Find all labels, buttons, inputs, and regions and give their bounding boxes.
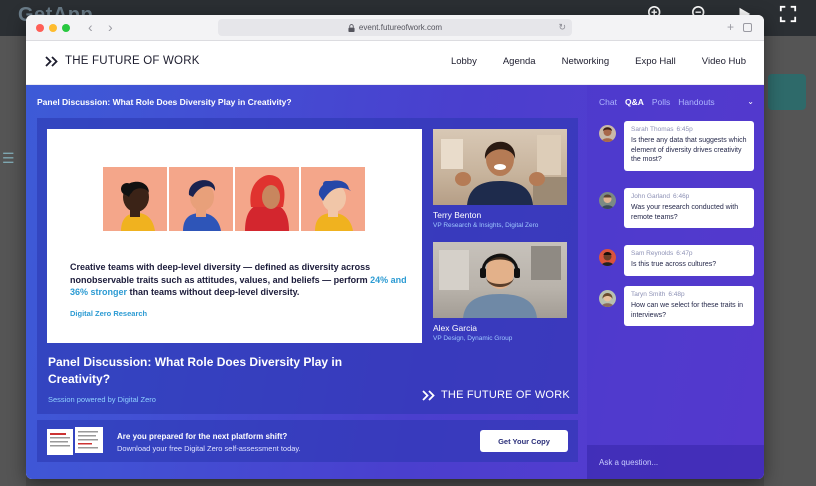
maximize-window-button[interactable] [62,24,70,32]
address-bar[interactable]: event.futureofwork.com ↻ [218,19,572,36]
slide-text-before: Creative teams with deep-level diversity… [70,262,371,285]
promo-subtext: Download your free Digital Zero self-ass… [117,444,301,453]
forward-arrow-icon[interactable]: › [108,19,113,35]
message-text: Was your research conducted with remote … [631,204,739,221]
back-arrow-icon[interactable]: ‹ [88,19,93,35]
tabs-overview-icon[interactable] [743,23,752,32]
ask-question-input[interactable] [587,445,764,479]
message-time: 6:45p [676,126,693,133]
double-chevron-icon [422,389,435,401]
message-time: 6:47p [676,250,693,257]
qa-message: Sam Reynolds 6:47p Is this true across cu… [599,245,754,276]
chevron-down-icon[interactable]: ⌄ [747,97,754,106]
speaker-video-2[interactable] [433,242,567,318]
session-title: Panel Discussion: What Role Does Diversi… [37,97,292,107]
tab-polls[interactable]: Polls [652,97,670,107]
stage-brand: THE FUTURE OF WORK [422,389,570,401]
tab-handouts[interactable]: Handouts [678,97,714,107]
message-text: How can we select for these traits in in… [631,302,744,319]
promo-question: Are you prepared for the next platform s… [117,432,288,441]
message-author: Taryn Smith [631,291,666,298]
brand-logo[interactable]: THE FUTURE OF WORK [45,55,200,67]
get-your-copy-button[interactable]: Get Your Copy [480,430,568,452]
reload-icon[interactable]: ↻ [558,22,566,33]
message-meta: Sarah Thomas 6:45p [631,126,747,133]
event-area: Panel Discussion: What Role Does Diversi… [26,85,764,479]
message-bubble: Taryn Smith 6:48p How can we select for t… [624,286,754,326]
avatar [599,290,616,307]
tab-chat[interactable]: Chat [599,97,617,107]
profile-illustration-4 [301,167,365,231]
presentation-slide: Creative teams with deep-level diversity… [47,129,422,343]
double-chevron-icon [45,55,58,67]
url-text: event.futureofwork.com [358,23,443,32]
brand-name: THE FUTURE OF WORK [65,55,200,67]
fullscreen-icon[interactable] [766,4,810,24]
message-bubble: Sam Reynolds 6:47p Is this true across cu… [624,245,754,276]
speaker-name-1: Terry Benton [433,210,482,220]
nav-lobby[interactable]: Lobby [451,56,477,67]
qa-message: Taryn Smith 6:48p How can we select for t… [599,286,754,326]
background-glyph: ☰ [2,150,15,166]
profile-illustration-3 [235,167,299,231]
browser-window: ‹ › event.futureofwork.com ↻ + THE FUTUR… [26,15,764,479]
qa-sidebar: Chat Q&A Polls Handouts ⌄ Sarah Thomas 6:… [587,85,764,479]
message-time: 6:46p [673,193,690,200]
qa-message: Sarah Thomas 6:45p Is there any data that… [599,121,754,171]
avatar [599,192,616,209]
browser-chrome: ‹ › event.futureofwork.com ↻ + [26,15,764,41]
message-bubble: Sarah Thomas 6:45p Is there any data that… [624,121,754,171]
profile-illustration-1 [103,167,167,231]
avatar [599,249,616,266]
lock-icon [348,23,355,32]
speaker-role-1: VP Research & Insights, Digital Zero [433,222,539,229]
message-time: 6:48p [668,291,685,298]
message-meta: Taryn Smith 6:48p [631,291,747,298]
nav-agenda[interactable]: Agenda [503,56,536,67]
nav-video-hub[interactable]: Video Hub [702,56,746,67]
minimize-window-button[interactable] [49,24,57,32]
message-author: John Garland [631,193,671,200]
sidebar-tabs: Chat Q&A Polls Handouts [599,97,715,107]
background-panel-left [0,36,26,486]
slide-statement: Creative teams with deep-level diversity… [70,261,410,299]
main-nav: Lobby Agenda Networking Expo Hall Video … [451,56,746,67]
document-thumbnail-icon [47,427,103,455]
slide-source: Digital Zero Research [70,309,148,318]
avatar [599,125,616,142]
speaker-role-2: VP Design, Dynamic Group [433,335,513,342]
profile-illustration-2 [169,167,233,231]
stage-title: Panel Discussion: What Role Does Diversi… [48,355,343,386]
message-meta: John Garland 6:46p [631,193,747,200]
message-bubble: John Garland 6:46p Was your research cond… [624,188,754,228]
close-window-button[interactable] [36,24,44,32]
stage-brand-name: THE FUTURE OF WORK [441,389,570,401]
message-meta: Sam Reynolds 6:47p [631,250,747,257]
background-button [768,74,806,110]
tab-qa[interactable]: Q&A [625,97,644,107]
slide-text-after: than teams without deep-level diversity. [127,287,300,297]
stage: Creative teams with deep-level diversity… [37,118,578,414]
message-author: Sarah Thomas [631,126,674,133]
powered-by-text: Session powered by Digital Zero [48,395,156,404]
speaker-name-2: Alex Garcia [433,323,477,333]
promo-banner: Are you prepared for the next platform s… [37,420,578,462]
slide-illustration [103,167,365,231]
qa-message: John Garland 6:46p Was your research cond… [599,188,754,228]
message-author: Sam Reynolds [631,250,674,257]
site-header: THE FUTURE OF WORK Lobby Agenda Networki… [26,41,764,85]
new-tab-icon[interactable]: + [727,20,734,34]
speaker-video-1[interactable] [433,129,567,205]
message-text: Is there any data that suggests which el… [631,137,747,163]
nav-networking[interactable]: Networking [562,56,610,67]
nav-expo-hall[interactable]: Expo Hall [635,56,676,67]
message-text: Is this true across cultures? [631,261,717,268]
